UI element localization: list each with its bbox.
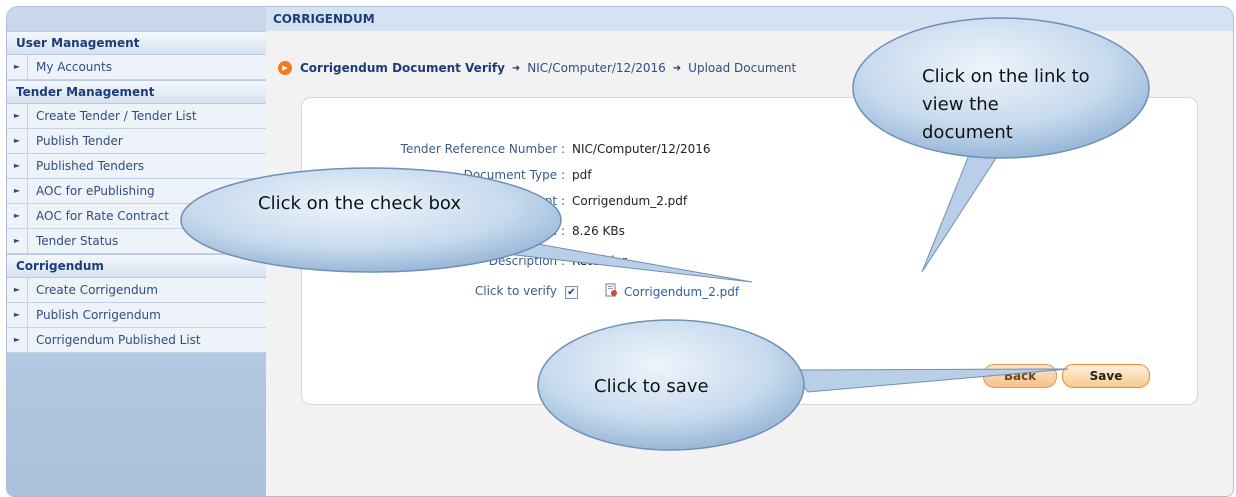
breadcrumb-upload-document[interactable]: Upload Document bbox=[688, 61, 796, 75]
section-user-management: User Management bbox=[7, 31, 266, 55]
sidebar-item-publish-tender[interactable]: ► Publish Tender bbox=[7, 129, 266, 154]
arrow-right-icon: ► bbox=[7, 229, 28, 253]
pdf-document-icon bbox=[605, 283, 617, 297]
sidebar-item-publish-corrigendum[interactable]: ► Publish Corrigendum bbox=[7, 303, 266, 328]
page-title: CORRIGENDUM bbox=[266, 7, 1233, 31]
document-link[interactable]: Corrigendum_2.pdf bbox=[624, 285, 739, 299]
doc-size-label: Document Size : bbox=[466, 224, 565, 238]
section-tender-management: Tender Management bbox=[7, 80, 266, 104]
back-button[interactable]: Back bbox=[983, 364, 1057, 388]
tender-ref-label: Tender Reference Number : bbox=[400, 142, 565, 156]
breadcrumb-ref[interactable]: NIC/Computer/12/2016 bbox=[527, 61, 666, 75]
uploaded-doc-value: Corrigendum_2.pdf bbox=[572, 194, 688, 208]
breadcrumb-separator-icon: ➜ bbox=[511, 62, 521, 74]
sidebar: User Management ► My Accounts Tender Man… bbox=[7, 7, 266, 496]
sidebar-item-my-accounts[interactable]: ► My Accounts bbox=[7, 55, 266, 80]
sidebar-item-aoc-rate-contract[interactable]: ► AOC for Rate Contract bbox=[7, 204, 266, 229]
arrow-right-icon: ► bbox=[7, 328, 28, 352]
play-icon: ▶ bbox=[278, 61, 292, 75]
arrow-right-icon: ► bbox=[7, 179, 28, 203]
callout-check-box-text: Click on the check box bbox=[258, 193, 461, 214]
sidebar-item-create-corrigendum[interactable]: ► Create Corrigendum bbox=[7, 278, 266, 303]
doc-type-value: pdf bbox=[572, 168, 592, 182]
callout-save-text: Click to save bbox=[594, 376, 709, 397]
verify-checkbox[interactable]: ✔ bbox=[565, 286, 578, 299]
sidebar-item-corrigendum-published-list[interactable]: ► Corrigendum Published List bbox=[7, 328, 266, 353]
arrow-right-icon: ► bbox=[7, 104, 28, 128]
tender-ref-value: NIC/Computer/12/2016 bbox=[572, 142, 711, 156]
breadcrumb-separator-icon: ➜ bbox=[672, 62, 682, 74]
description-label: Description : bbox=[488, 254, 565, 268]
section-corrigendum: Corrigendum bbox=[7, 254, 266, 278]
arrow-right-icon: ► bbox=[7, 55, 28, 79]
sidebar-item-published-tenders[interactable]: ► Published Tenders bbox=[7, 154, 266, 179]
breadcrumb: ▶ Corrigendum Document Verify ➜ NIC/Comp… bbox=[278, 59, 796, 77]
arrow-right-icon: ► bbox=[7, 154, 28, 178]
doc-type-label: Document Type : bbox=[463, 168, 565, 182]
callout-view-document-text: Click on the link to view the document bbox=[922, 66, 1090, 143]
verify-label: Click to verify bbox=[474, 284, 557, 298]
breadcrumb-current: Corrigendum Document Verify bbox=[300, 61, 505, 75]
sidebar-item-tender-status[interactable]: ► Tender Status bbox=[7, 229, 266, 254]
sidebar-item-aoc-epublishing[interactable]: ► AOC for ePublishing bbox=[7, 179, 266, 204]
doc-size-value: 8.26 KBs bbox=[572, 224, 625, 238]
arrow-right-icon: ► bbox=[7, 129, 28, 153]
arrow-right-icon: ► bbox=[7, 204, 28, 228]
arrow-right-icon: ► bbox=[7, 278, 28, 302]
save-button[interactable]: Save bbox=[1062, 364, 1150, 388]
sidebar-item-create-tender[interactable]: ► Create Tender / Tender List bbox=[7, 104, 266, 129]
description-value: Retender bbox=[572, 254, 627, 268]
arrow-right-icon: ► bbox=[7, 303, 28, 327]
